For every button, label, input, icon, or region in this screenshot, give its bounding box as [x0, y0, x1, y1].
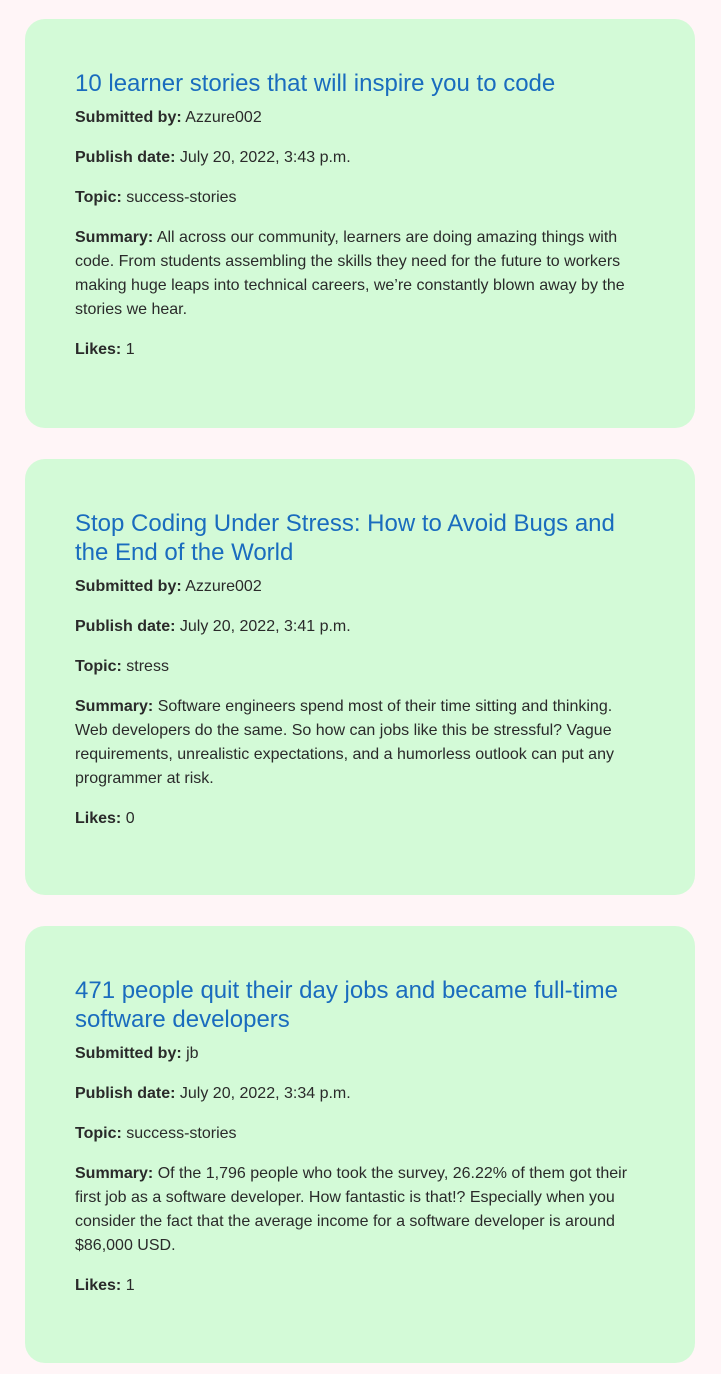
submitted-by-label: Submitted by: [75, 109, 182, 126]
post-topic: Topic: success-stories [75, 1122, 645, 1146]
post-submitter: Submitted by: jb [75, 1042, 645, 1066]
summary-value: Of the 1,796 people who took the survey,… [75, 1165, 628, 1254]
post-summary: Summary: Of the 1,796 people who took th… [75, 1162, 645, 1258]
submitted-by-label: Submitted by: [75, 1045, 182, 1062]
summary-value: All across our community, learners are d… [75, 229, 625, 318]
submitter-value: jb [186, 1045, 199, 1062]
summary-value: Software engineers spend most of their t… [75, 698, 614, 787]
topic-label: Topic: [75, 189, 122, 206]
post-title-link[interactable]: 10 learner stories that will inspire you… [75, 69, 645, 98]
post-likes: Likes: 0 [75, 807, 645, 831]
post-topic: Topic: stress [75, 655, 645, 679]
publish-date-value: July 20, 2022, 3:34 p.m. [179, 1085, 351, 1102]
post-topic: Topic: success-stories [75, 186, 645, 210]
summary-label: Summary: [75, 1165, 154, 1182]
publish-date-value: July 20, 2022, 3:43 p.m. [179, 149, 351, 166]
post-card: 471 people quit their day jobs and becam… [25, 926, 695, 1363]
post-summary: Summary: All across our community, learn… [75, 226, 645, 322]
summary-label: Summary: [75, 698, 154, 715]
post-list: 10 learner stories that will inspire you… [0, 0, 721, 1363]
likes-value: 1 [125, 341, 135, 358]
likes-label: Likes: [75, 341, 122, 358]
post-publish-date: Publish date: July 20, 2022, 3:43 p.m. [75, 146, 645, 170]
post-publish-date: Publish date: July 20, 2022, 3:41 p.m. [75, 615, 645, 639]
publish-date-label: Publish date: [75, 618, 176, 635]
submitted-by-label: Submitted by: [75, 578, 182, 595]
summary-label: Summary: [75, 229, 154, 246]
post-summary: Summary: Software engineers spend most o… [75, 695, 645, 791]
post-card: Stop Coding Under Stress: How to Avoid B… [25, 459, 695, 895]
post-submitter: Submitted by: Azzure002 [75, 575, 645, 599]
topic-value: success-stories [126, 189, 237, 206]
post-likes: Likes: 1 [75, 338, 645, 362]
topic-label: Topic: [75, 658, 122, 675]
post-submitter: Submitted by: Azzure002 [75, 106, 645, 130]
post-title-link[interactable]: Stop Coding Under Stress: How to Avoid B… [75, 509, 645, 567]
post-likes: Likes: 1 [75, 1274, 645, 1298]
topic-label: Topic: [75, 1125, 122, 1142]
likes-label: Likes: [75, 810, 122, 827]
post-title-link[interactable]: 471 people quit their day jobs and becam… [75, 976, 645, 1034]
likes-value: 1 [125, 1277, 135, 1294]
topic-value: stress [126, 658, 169, 675]
publish-date-label: Publish date: [75, 1085, 176, 1102]
topic-value: success-stories [126, 1125, 237, 1142]
submitter-value: Azzure002 [185, 109, 262, 126]
likes-label: Likes: [75, 1277, 122, 1294]
post-card: 10 learner stories that will inspire you… [25, 19, 695, 428]
submitter-value: Azzure002 [185, 578, 262, 595]
publish-date-value: July 20, 2022, 3:41 p.m. [179, 618, 351, 635]
publish-date-label: Publish date: [75, 149, 176, 166]
post-publish-date: Publish date: July 20, 2022, 3:34 p.m. [75, 1082, 645, 1106]
likes-value: 0 [125, 810, 135, 827]
